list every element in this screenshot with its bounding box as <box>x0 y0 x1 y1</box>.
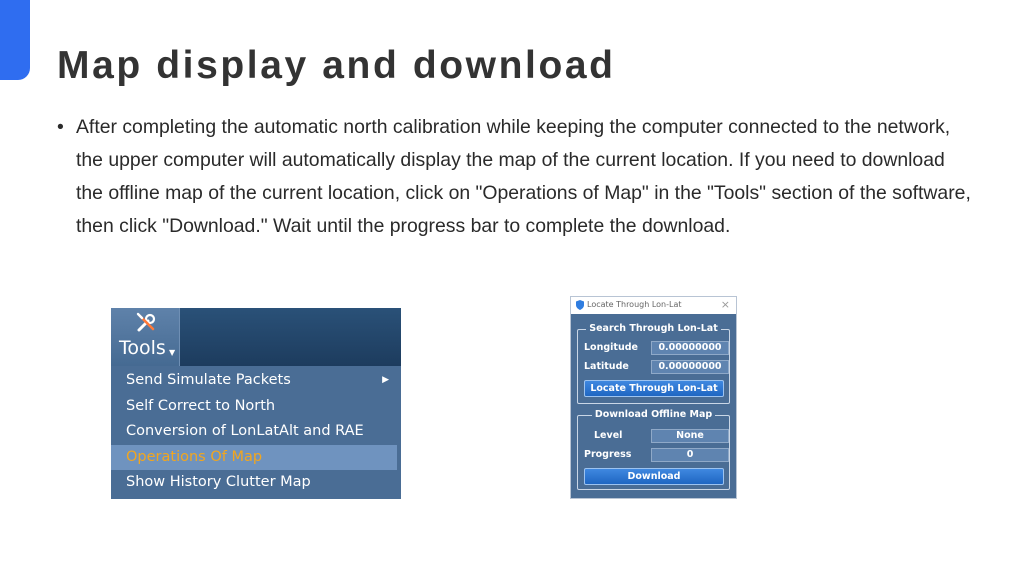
progress-value: 0 <box>651 448 729 462</box>
tools-menu-list: Send Simulate Packets ▶ Self Correct to … <box>111 368 401 496</box>
menu-item-label: Self Correct to North <box>126 397 276 414</box>
level-label: Level <box>594 430 623 441</box>
menu-item-show-history-clutter-map[interactable]: Show History Clutter Map <box>111 470 401 496</box>
accent-bar <box>0 0 30 80</box>
progress-row: Progress 0 <box>584 448 729 463</box>
menu-item-label: Send Simulate Packets <box>126 372 291 388</box>
latitude-row: Latitude 0.00000000 <box>584 360 729 375</box>
longitude-field[interactable]: 0.00000000 <box>651 341 729 355</box>
menu-item-label: Conversion of LonLatAlt and RAE <box>126 423 364 440</box>
level-select[interactable]: None <box>651 429 729 443</box>
longitude-row: Longitude 0.00000000 <box>584 341 729 356</box>
close-icon[interactable]: × <box>721 298 730 311</box>
longitude-label: Longitude <box>584 342 638 353</box>
menu-item-send-simulate-packets[interactable]: Send Simulate Packets ▶ <box>111 368 401 394</box>
menu-item-label: Show History Clutter Map <box>126 474 311 491</box>
tools-button[interactable]: Tools ▼ <box>111 308 180 366</box>
slide-title: Map display and download <box>57 44 616 87</box>
search-through-lonlat-group: Search Through Lon-Lat Longitude 0.00000… <box>577 323 730 404</box>
dropdown-caret-icon: ▼ <box>169 348 176 357</box>
tools-menu-screenshot: Tools ▼ Send Simulate Packets ▶ Self Cor… <box>111 308 401 499</box>
submenu-arrow-icon: ▶ <box>382 375 389 385</box>
tools-wrench-screwdriver-icon <box>136 312 156 332</box>
download-offline-map-group: Download Offline Map Level None Progress… <box>577 409 730 490</box>
bullet-marker: • <box>57 116 64 138</box>
latitude-field[interactable]: 0.00000000 <box>651 360 729 374</box>
menu-item-self-correct-to-north[interactable]: Self Correct to North <box>111 394 401 420</box>
dialog-title: Locate Through Lon-Lat <box>587 300 682 309</box>
bullet-paragraph: • After completing the automatic north c… <box>57 111 977 243</box>
download-button[interactable]: Download <box>584 468 724 485</box>
group-title-download: Download Offline Map <box>591 409 716 420</box>
shield-icon <box>576 300 584 310</box>
group-title-search: Search Through Lon-Lat <box>586 323 721 334</box>
progress-label: Progress <box>584 449 632 460</box>
level-row: Level None <box>584 429 729 444</box>
menu-item-operations-of-map[interactable]: Operations Of Map <box>111 444 397 471</box>
bullet-text: After completing the automatic north cal… <box>76 116 971 237</box>
menu-item-conversion-lonlatalt-rae[interactable]: Conversion of LonLatAlt and RAE <box>111 419 401 445</box>
latitude-label: Latitude <box>584 361 629 372</box>
locate-through-lonlat-button[interactable]: Locate Through Lon-Lat <box>584 380 724 397</box>
locate-dialog-screenshot: Locate Through Lon-Lat × Search Through … <box>570 296 737 499</box>
tools-button-label: Tools <box>119 337 166 359</box>
menu-item-label: Operations Of Map <box>126 448 263 465</box>
dialog-titlebar: Locate Through Lon-Lat × <box>571 297 736 314</box>
